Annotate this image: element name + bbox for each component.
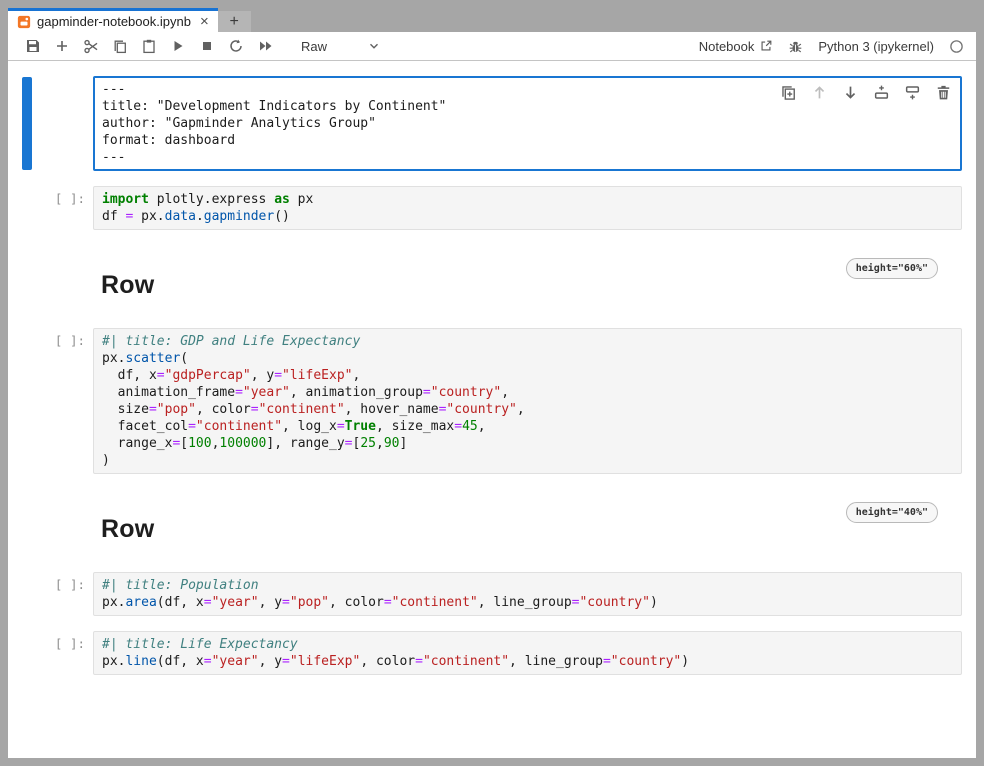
code-line: px.scatter( [102,350,953,367]
kernel-status-icon[interactable] [949,39,964,54]
code-line: import plotly.express as px [102,191,953,208]
code-line: facet_col="continent", log_x=True, size_… [102,418,953,435]
stop-button[interactable] [196,34,218,58]
delete-cell-icon [935,84,952,101]
active-cell-collapser[interactable] [22,77,32,170]
code-line: animation_frame="year", animation_group=… [102,384,953,401]
stop-icon [199,38,215,54]
save-button[interactable] [22,34,44,58]
code-line: px.line(df, x="year", y="lifeExp", color… [102,653,953,670]
add-cell-button[interactable] [51,34,73,58]
move-down-icon [842,84,859,101]
move-up-button[interactable] [810,83,828,101]
markdown-heading: Row [93,502,962,544]
tab-label: gapminder-notebook.ipynb [37,14,191,29]
insert-above-icon [873,84,890,101]
cell-editor[interactable]: #| title: Life Expectancypx.line(df, x="… [93,631,962,675]
new-tab-plus-icon: + [230,13,239,31]
duplicate-cell-icon [780,84,797,101]
new-tab-button[interactable]: + [218,11,251,32]
markdown-cell[interactable]: Rowheight="60%" [93,258,962,304]
notebook-toolbar: Raw Notebook Python 3 [8,32,976,61]
delete-cell-button[interactable] [934,83,952,101]
code-line: format: dashboard [102,132,953,149]
paste-button[interactable] [138,34,160,58]
run-button[interactable] [167,34,189,58]
save-icon [25,38,41,54]
bug-icon [788,39,803,54]
layout-attribute-badge: height="40%" [846,502,938,523]
insert-below-icon [904,84,921,101]
open-in-notebook-button[interactable]: Notebook [699,39,774,54]
code-cell[interactable]: [ ]:#| title: GDP and Life Expectancypx.… [93,328,962,474]
debugger-button[interactable] [788,39,803,54]
cut-button[interactable] [80,34,102,58]
code-line: #| title: Life Expectancy [102,636,953,653]
raw-cell[interactable]: ---title: "Development Indicators by Con… [93,76,962,171]
notebook-cell-area: ---title: "Development Indicators by Con… [8,61,976,758]
kernel-name-label: Python 3 (ipykernel) [818,39,934,54]
tab-bar: gapminder-notebook.ipynb × + [8,8,976,32]
code-line: range_x=[100,100000], range_y=[25,90] [102,435,953,452]
insert-below-button[interactable] [903,83,921,101]
cell-type-value: Raw [301,39,327,54]
code-line: --- [102,149,953,166]
restart-icon [228,38,244,54]
execution-prompt: [ ]: [31,577,85,592]
code-cell[interactable]: [ ]:#| title: Life Expectancypx.line(df,… [93,631,962,675]
paste-icon [141,38,157,54]
kernel-switcher-button[interactable]: Python 3 (ipykernel) [818,39,934,54]
cell-editor[interactable]: #| title: GDP and Life Expectancypx.scat… [93,328,962,474]
restart-button[interactable] [225,34,247,58]
copy-button[interactable] [109,34,131,58]
code-cell[interactable]: [ ]:#| title: Populationpx.area(df, x="y… [93,572,962,616]
tab-close-icon[interactable]: × [200,14,209,29]
move-up-icon [811,84,828,101]
code-cell[interactable]: [ ]:import plotly.express as pxdf = px.d… [93,186,962,230]
code-line: #| title: Population [102,577,953,594]
cell-type-dropdown[interactable]: Raw [297,35,385,57]
run-all-icon [257,38,274,54]
move-down-button[interactable] [841,83,859,101]
layout-attribute-badge: height="60%" [846,258,938,279]
code-line: author: "Gapminder Analytics Group" [102,115,953,132]
run-icon [170,38,186,54]
external-link-icon [759,39,773,53]
tab-gapminder-notebook[interactable]: gapminder-notebook.ipynb × [8,8,218,32]
markdown-heading: Row [93,258,962,300]
insert-above-button[interactable] [872,83,890,101]
cell-editor[interactable]: #| title: Populationpx.area(df, x="year"… [93,572,962,616]
execution-prompt: [ ]: [31,333,85,348]
toolbar-right-group: Notebook Python 3 (ipykernel) [699,39,976,54]
code-line: size="pop", color="continent", hover_nam… [102,401,953,418]
cell-toolbar [779,83,952,101]
copy-icon [112,38,128,54]
toolbar-left-group [22,34,283,58]
duplicate-cell-button[interactable] [779,83,797,101]
execution-prompt: [ ]: [31,191,85,206]
notebook-file-icon [17,15,31,29]
notebook-panel: Raw Notebook Python 3 [8,32,976,758]
cell-editor[interactable]: import plotly.express as pxdf = px.data.… [93,186,962,230]
add-cell-icon [54,38,70,54]
code-line: ) [102,452,953,469]
cut-icon [83,38,100,55]
code-line: px.area(df, x="year", y="pop", color="co… [102,594,953,611]
chevron-down-icon [367,39,381,53]
execution-prompt: [ ]: [31,636,85,651]
markdown-cell[interactable]: Rowheight="40%" [93,502,962,548]
open-in-notebook-label: Notebook [699,39,755,54]
code-line: #| title: GDP and Life Expectancy [102,333,953,350]
code-line: df, x="gdpPercap", y="lifeExp", [102,367,953,384]
code-line: df = px.data.gapminder() [102,208,953,225]
run-all-button[interactable] [254,34,276,58]
window-frame: gapminder-notebook.ipynb × + Raw Noteboo… [0,0,984,766]
